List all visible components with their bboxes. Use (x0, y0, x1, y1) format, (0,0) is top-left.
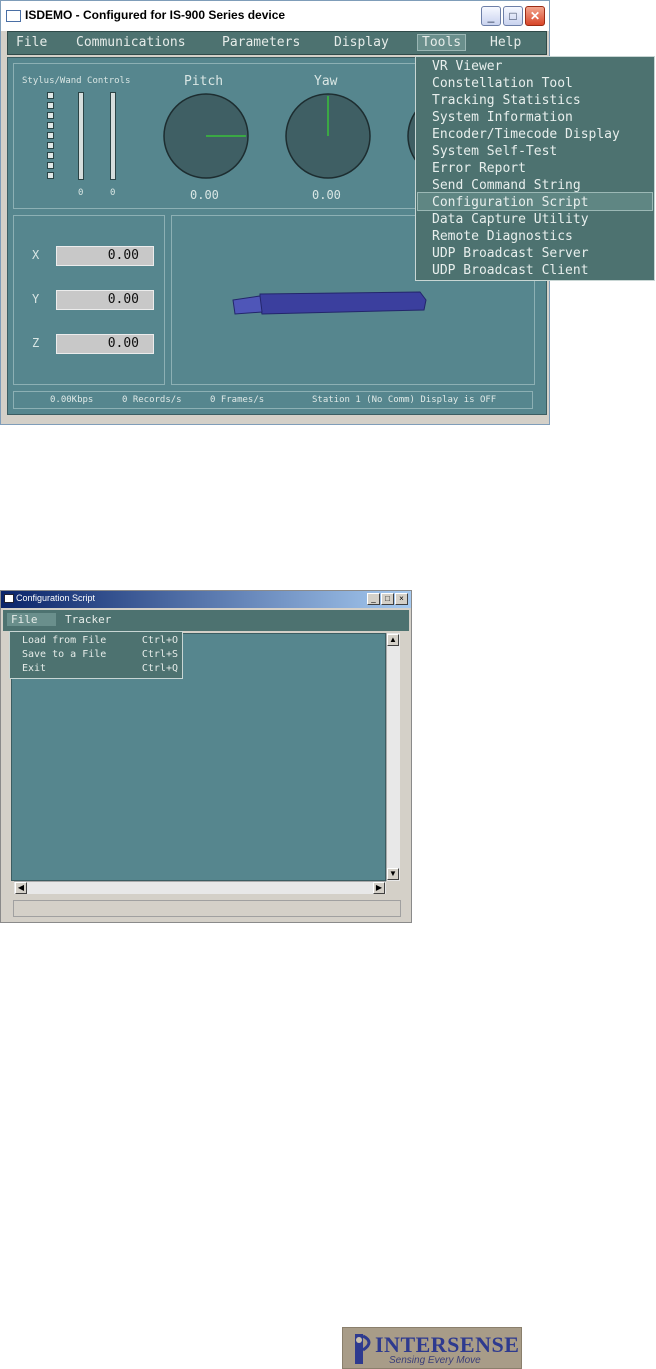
logo-tagline: Sensing Every Move (389, 1355, 481, 1366)
status-station: Station 1 (No Comm) Display is OFF (312, 395, 497, 405)
close-button[interactable]: ✕ (525, 6, 545, 26)
button-indicator (47, 162, 54, 169)
menu-item-vr-viewer[interactable]: VR Viewer (432, 59, 502, 74)
z-label: Z (32, 336, 40, 350)
title-bar[interactable]: ISDEMO - Configured for IS-900 Series de… (1, 1, 549, 31)
tools-dropdown: VR Viewer Constellation Tool Tracking St… (415, 56, 655, 281)
maximize-button[interactable]: □ (503, 6, 523, 26)
button-indicator (47, 132, 54, 139)
maximize-button[interactable]: □ (381, 593, 394, 605)
wand-3d-model (232, 291, 427, 315)
yaw-gauge (285, 93, 371, 179)
configuration-script-window: Configuration Script _ □ × File Tracker … (0, 590, 412, 923)
logo-mark-icon (355, 1334, 371, 1364)
menu-item-udp-broadcast-server[interactable]: UDP Broadcast Server (432, 246, 589, 261)
menu-item-exit[interactable]: Exit Ctrl+Q (22, 663, 182, 674)
menu-file[interactable]: File (16, 35, 47, 50)
menu-display[interactable]: Display (334, 35, 389, 50)
stylus-label: Stylus/Wand Controls (22, 76, 131, 86)
menu-tracker[interactable]: Tracker (65, 613, 111, 626)
menu-bar: File Tracker (3, 610, 409, 631)
x-value-field: 0.00 (56, 246, 154, 266)
intersense-logo: INTERSENSE Sensing Every Move (342, 1327, 522, 1369)
menu-item-shortcut: Ctrl+O (141, 635, 178, 646)
button-indicator (47, 152, 54, 159)
button-indicator (47, 122, 54, 129)
minimize-button[interactable]: _ (481, 6, 501, 26)
scroll-up-icon[interactable]: ▲ (387, 634, 399, 646)
menu-help[interactable]: Help (490, 35, 521, 50)
menu-item-error-report[interactable]: Error Report (432, 161, 526, 176)
scroll-down-icon[interactable]: ▼ (387, 868, 399, 880)
menu-item-udp-broadcast-client[interactable]: UDP Broadcast Client (432, 263, 589, 278)
title-bar[interactable]: Configuration Script _ □ × (1, 591, 411, 608)
menu-communications[interactable]: Communications (76, 35, 186, 50)
menu-item-system-information[interactable]: System Information (432, 110, 573, 125)
z-value-field: 0.00 (56, 334, 154, 354)
vertical-scrollbar[interactable]: ▲ ▼ (386, 633, 400, 881)
x-label: X (32, 248, 40, 262)
button-indicator (47, 172, 54, 179)
joystick-value-y: 0 (110, 188, 116, 198)
menu-tools[interactable]: Tools (416, 34, 467, 51)
menu-item-tracking-statistics[interactable]: Tracking Statistics (432, 93, 581, 108)
menu-item-shortcut: Ctrl+Q (141, 663, 178, 674)
menu-item-label: Save to a File (22, 649, 107, 660)
joystick-bar-x (78, 92, 84, 180)
scroll-right-icon[interactable]: ▶ (373, 882, 385, 894)
menu-item-constellation-tool[interactable]: Constellation Tool (432, 76, 573, 91)
minimize-button[interactable]: _ (367, 593, 380, 605)
status-records: 0 Records/s (122, 395, 182, 405)
menu-item-save-to-file[interactable]: Save to a File Ctrl+S (22, 649, 182, 660)
menu-item-send-command-string[interactable]: Send Command String (432, 178, 581, 193)
window-title: ISDEMO - Configured for IS-900 Series de… (25, 8, 286, 22)
app-icon (4, 594, 14, 603)
menu-file[interactable]: File (7, 613, 56, 626)
scroll-left-icon[interactable]: ◀ (15, 882, 27, 894)
button-indicator (47, 142, 54, 149)
button-indicator (47, 102, 54, 109)
yaw-value: 0.00 (312, 188, 341, 202)
status-frames: 0 Frames/s (210, 395, 265, 405)
joystick-value-x: 0 (78, 188, 84, 198)
status-rate: 0.00Kbps (50, 395, 94, 405)
joystick-bar-y (110, 92, 116, 180)
button-indicator (47, 92, 54, 99)
menu-item-encoder-timecode-display[interactable]: Encoder/Timecode Display (432, 127, 620, 142)
menu-item-configuration-script[interactable]: Configuration Script (432, 195, 589, 210)
menu-parameters[interactable]: Parameters (222, 35, 300, 50)
menu-item-shortcut: Ctrl+S (141, 649, 178, 660)
y-label: Y (32, 292, 40, 306)
window-title: Configuration Script (16, 593, 96, 603)
y-value-field: 0.00 (56, 290, 154, 310)
pitch-gauge (163, 93, 249, 179)
button-indicator (47, 112, 54, 119)
menu-item-system-self-test[interactable]: System Self-Test (432, 144, 557, 159)
menu-item-load-from-file[interactable]: Load from File Ctrl+O (22, 635, 182, 646)
close-button[interactable]: × (395, 593, 408, 605)
pitch-label: Pitch (184, 74, 224, 89)
file-dropdown: Load from File Ctrl+O Save to a File Ctr… (9, 631, 183, 679)
menu-item-label: Exit (22, 663, 47, 674)
horizontal-scrollbar[interactable]: ◀ ▶ (14, 881, 386, 894)
pitch-value: 0.00 (190, 188, 219, 202)
status-bar (13, 900, 401, 917)
yaw-label: Yaw (314, 74, 338, 89)
position-panel: X 0.00 Y 0.00 Z 0.00 (13, 215, 165, 385)
status-bar: 0.00Kbps 0 Records/s 0 Frames/s Station … (13, 391, 533, 409)
isdemo-window: ISDEMO - Configured for IS-900 Series de… (0, 0, 655, 425)
app-icon (6, 10, 21, 22)
menu-bar: File Communications Parameters Display T… (7, 31, 547, 55)
menu-item-data-capture-utility[interactable]: Data Capture Utility (432, 212, 589, 227)
menu-item-remote-diagnostics[interactable]: Remote Diagnostics (432, 229, 573, 244)
menu-item-label: Load from File (22, 635, 107, 646)
